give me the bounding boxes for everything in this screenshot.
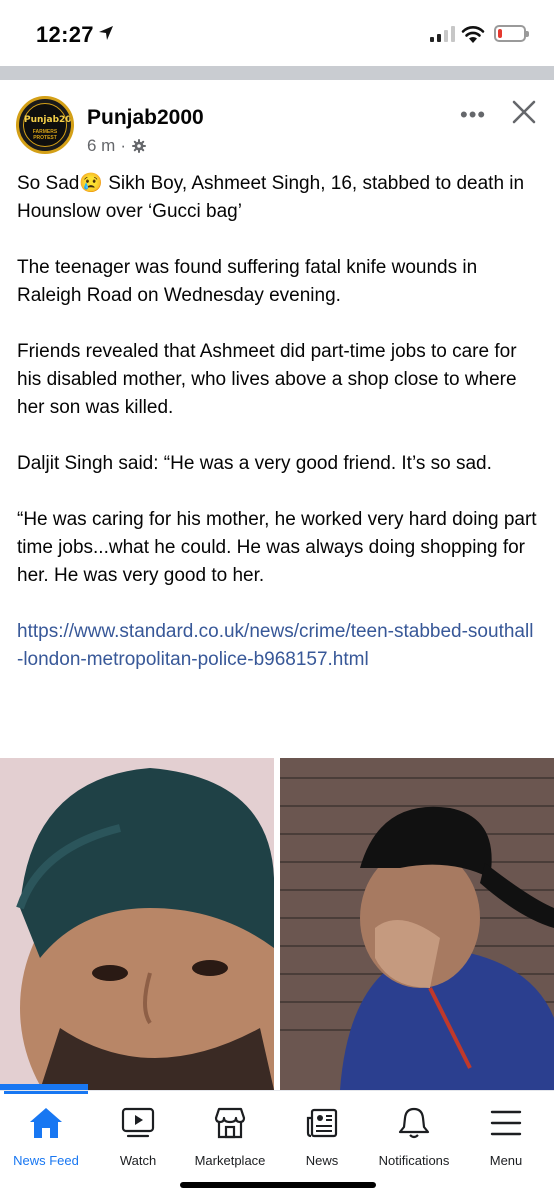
feed-divider [0,66,554,80]
post-meta: 6 m · [87,136,147,156]
battery-icon [494,25,529,42]
status-bar: 12:27 [0,0,554,66]
menu-icon [490,1110,522,1136]
post-paragraph: Friends revealed that Ashmeet did part-t… [17,341,517,418]
home-indicator[interactable] [180,1182,376,1188]
post-paragraph: “He was caring for his mother, he worked… [17,509,537,586]
active-tab-indicator [4,1091,88,1094]
wifi-icon [461,26,485,43]
tab-label: Menu [489,1153,523,1168]
tab-label: Marketplace [194,1153,266,1168]
close-icon[interactable] [510,98,538,126]
tab-label: News Feed [13,1153,79,1168]
post-time[interactable]: 6 m [87,136,115,156]
tab-marketplace[interactable]: Marketplace [184,1103,276,1183]
portrait-illustration-right [280,758,554,1090]
avatar-sub-text: FARMERS PROTEST [32,129,58,141]
avatar-logo: Punjab2000 FARMERS PROTEST [23,103,72,147]
portrait-illustration-left [0,758,274,1090]
page-avatar[interactable]: Punjab2000 FARMERS PROTEST [16,96,74,154]
meta-separator: · [120,136,127,155]
post-text: So Sad😢 Sikh Boy, Ashmeet Singh, 16, sta… [17,170,539,674]
tab-watch[interactable]: Watch [92,1103,184,1183]
location-arrow-icon [99,26,113,40]
tab-label: News [305,1153,339,1168]
status-time: 12:27 [36,22,94,47]
tab-menu[interactable]: Menu [460,1103,552,1183]
post-paragraph: The teenager was found suffering fatal k… [17,257,478,306]
tab-label: Notifications [378,1153,450,1168]
tab-notifications[interactable]: Notifications [368,1103,460,1183]
avatar-logo-text: Punjab2000 [24,115,72,125]
home-icon [30,1108,62,1138]
article-link[interactable]: https://www.standard.co.uk/news/crime/te… [17,618,539,674]
post-header: Punjab2000 FARMERS PROTEST Punjab2000 6 … [0,80,554,170]
photo-portrait-left[interactable] [0,758,274,1090]
bell-icon [398,1107,430,1139]
more-options-button[interactable]: ••• [460,102,486,128]
page-name[interactable]: Punjab2000 [87,106,204,130]
post-photos [0,758,554,1090]
tab-news-feed[interactable]: News Feed [0,1103,92,1183]
post-paragraph: So Sad😢 Sikh Boy, Ashmeet Singh, 16, sta… [17,173,525,222]
battery-level [498,29,502,38]
cellular-signal-icon [430,26,455,42]
tab-news[interactable]: News [276,1103,368,1183]
news-icon [306,1108,338,1138]
privacy-gear-icon[interactable] [131,138,147,154]
photo-person-right[interactable] [280,758,554,1090]
marketplace-icon [214,1107,246,1139]
tab-label: Watch [119,1153,157,1168]
post-paragraph: Daljit Singh said: “He was a very good f… [17,453,492,474]
watch-icon [121,1107,155,1138]
